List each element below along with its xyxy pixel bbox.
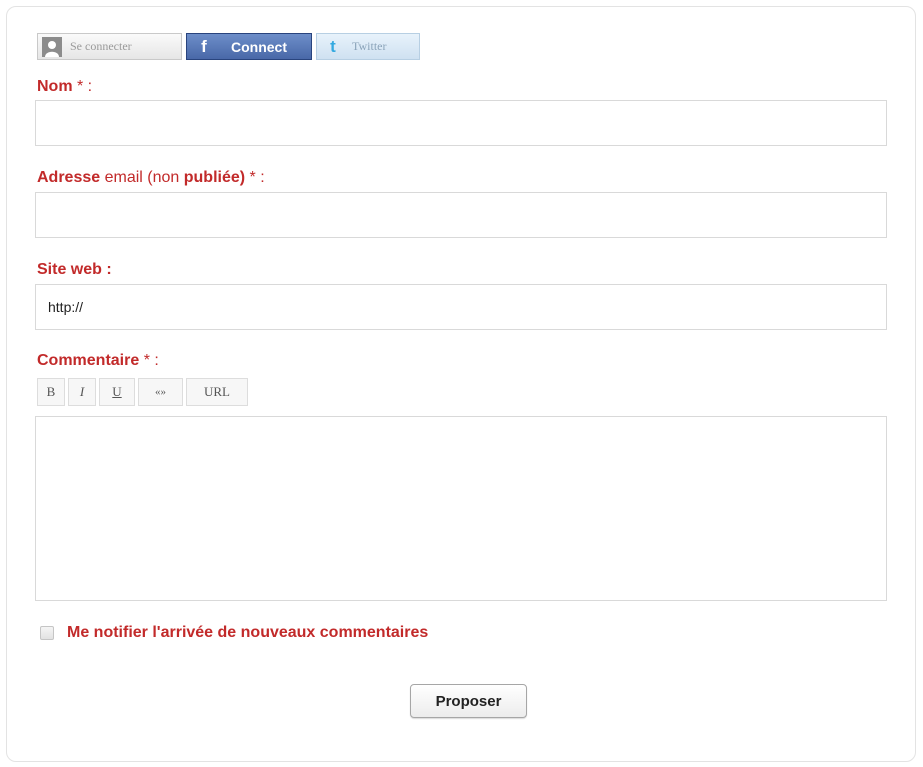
notify-label-a: Me notifier l'arrivée de <box>67 624 241 641</box>
name-input[interactable] <box>35 100 887 146</box>
name-label-text: Nom <box>37 78 73 95</box>
site-label: Site web : <box>37 261 112 278</box>
email-label: Adresse email (non publiée) * : <box>37 169 265 187</box>
facebook-connect-button[interactable]: f Connect <box>186 33 312 60</box>
email-required-marker: * : <box>245 169 265 186</box>
url-button[interactable]: URL <box>186 378 248 406</box>
site-input-value: http:// <box>48 299 84 315</box>
email-label-b: email (non <box>100 169 184 186</box>
twitter-button[interactable]: t Twitter <box>316 33 420 60</box>
connect-button[interactable]: Se connecter <box>37 33 182 60</box>
login-bar: Se connecter f Connect t Twitter <box>37 33 420 60</box>
comment-label-text: Commentaire <box>37 352 140 369</box>
email-label-a: Adresse <box>37 169 101 186</box>
underline-button[interactable]: U <box>99 378 135 406</box>
notify-checkbox[interactable] <box>40 626 54 640</box>
comment-label: Commentaire * : <box>37 352 159 370</box>
user-icon <box>42 36 62 57</box>
name-required-marker: * : <box>72 78 93 95</box>
email-input[interactable] <box>35 192 887 238</box>
email-label-c: publiée) <box>183 169 246 186</box>
facebook-icon: f <box>201 36 207 56</box>
comment-textarea[interactable] <box>35 416 887 601</box>
format-toolbar: B I U «» URL <box>37 378 248 406</box>
twitter-icon: t <box>330 36 336 56</box>
twitter-label: Twitter <box>352 39 387 53</box>
name-label: Nom * : <box>37 78 92 96</box>
submit-button[interactable]: Proposer <box>410 684 527 718</box>
connect-label: Se connecter <box>70 39 132 53</box>
italic-button[interactable]: I <box>68 378 96 406</box>
comment-required-marker: * : <box>139 352 159 369</box>
notify-label-b: nouveaux commentaires <box>240 624 429 641</box>
site-input[interactable]: http:// <box>35 284 887 330</box>
bold-button[interactable]: B <box>37 378 65 406</box>
quote-button[interactable]: «» <box>138 378 183 406</box>
notify-option[interactable]: Me notifier l'arrivée de nouveaux commen… <box>40 624 428 642</box>
notify-label: Me notifier l'arrivée de nouveaux commen… <box>67 624 428 642</box>
facebook-connect-label: Connect <box>231 38 287 55</box>
